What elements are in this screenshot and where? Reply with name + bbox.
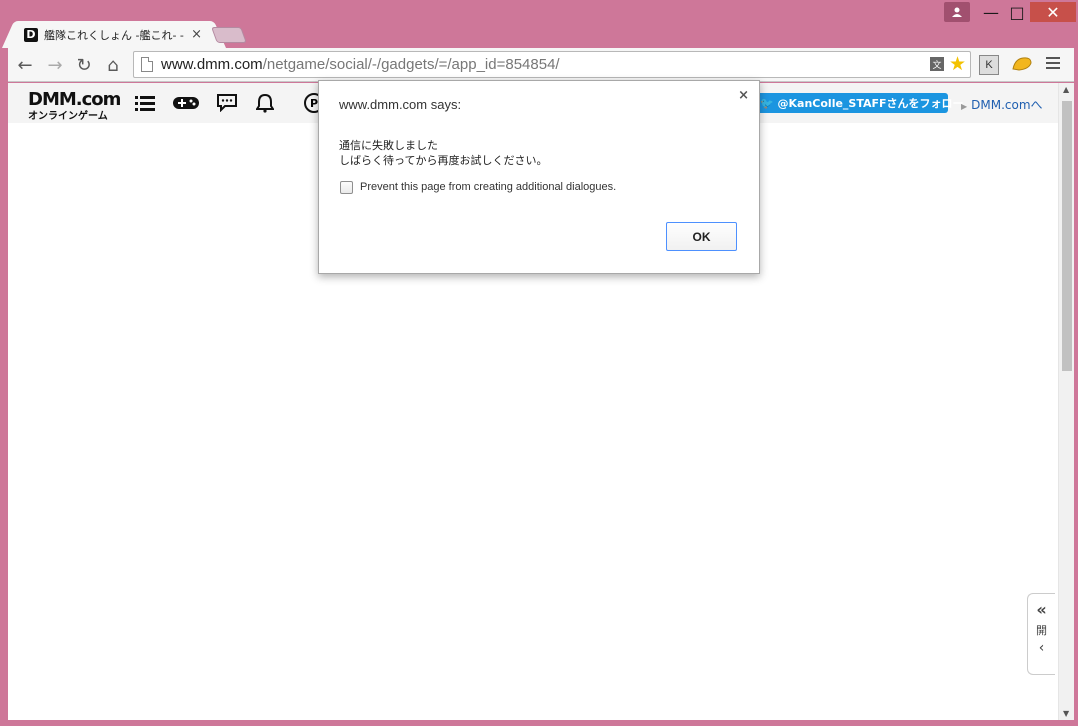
gamepad-icon[interactable]: [172, 93, 200, 113]
dialog-title: www.dmm.com says:: [339, 97, 462, 112]
prevent-dialogs-label[interactable]: Prevent this page from creating addition…: [360, 181, 616, 193]
alert-dialog: www.dmm.com says: × 通信に失敗しました しばらく待ってから再…: [318, 80, 760, 274]
extension-cloud-icon[interactable]: [1011, 55, 1033, 73]
dialog-message-line1: 通信に失敗しました: [339, 139, 438, 152]
scroll-down-icon[interactable]: ▼: [1063, 709, 1069, 718]
page-icon: [141, 57, 153, 72]
chevron-left-icon: ‹: [1038, 640, 1045, 656]
tab-close-icon[interactable]: ×: [191, 27, 202, 42]
dmm-home-link[interactable]: ▶ DMM.comへ: [961, 96, 1043, 113]
maximize-button[interactable]: □: [1004, 2, 1030, 22]
bookmark-star-icon[interactable]: ★: [949, 53, 966, 75]
home-icon[interactable]: ⌂: [102, 54, 124, 76]
reload-icon[interactable]: ↻: [73, 54, 95, 76]
double-chevron-left-icon: «: [1036, 600, 1047, 619]
tab-title: 艦隊これくしょん -艦これ- - オ: [44, 28, 184, 42]
list-icon[interactable]: [134, 93, 156, 113]
scroll-up-icon[interactable]: ▲: [1063, 85, 1069, 94]
back-icon[interactable]: ←: [14, 54, 36, 76]
url-host: www.dmm.com: [161, 56, 263, 73]
new-tab-button[interactable]: [211, 27, 247, 43]
side-tab-label: 開: [1036, 624, 1047, 637]
profile-icon[interactable]: [944, 2, 970, 22]
logo-sub: オンラインゲーム: [28, 111, 108, 122]
browser-tab[interactable]: D 艦隊これくしょん -艦これ- - オ ×: [16, 21, 212, 48]
side-open-tab[interactable]: « 開 ‹: [1027, 593, 1055, 675]
translate-icon[interactable]: 文: [930, 57, 944, 71]
title-bar: — □ ✕ D 艦隊これくしょん -艦これ- - オ ×: [0, 0, 1078, 48]
browser-toolbar: ← → ↻ ⌂ www.dmm.com/netgame/social/-/gad…: [8, 48, 1074, 82]
dialog-message: 通信に失敗しました しばらく待ってから再度お試しください。: [339, 138, 547, 168]
vertical-scrollbar[interactable]: ▲ ▼: [1058, 83, 1074, 720]
minimize-button[interactable]: —: [978, 2, 1004, 22]
dmm-favicon-icon: D: [24, 27, 38, 42]
scroll-thumb[interactable]: [1062, 101, 1072, 371]
bell-icon[interactable]: [254, 93, 276, 113]
person-icon: [952, 7, 962, 17]
forward-icon[interactable]: →: [44, 54, 66, 76]
dialog-close-icon[interactable]: ×: [738, 88, 749, 103]
url-path: /netgame/social/-/gadgets/=/app_id=85485…: [262, 56, 560, 73]
address-bar[interactable]: www.dmm.com/netgame/social/-/gadgets/=/a…: [133, 51, 971, 78]
dialog-message-line2: しばらく待ってから再度お試しください。: [339, 154, 548, 167]
menu-icon[interactable]: [1044, 55, 1062, 73]
dmm-logo[interactable]: DMM.com オンラインゲーム: [28, 89, 121, 122]
extension-k-icon[interactable]: K: [979, 55, 999, 75]
prevent-dialogs-checkbox[interactable]: [340, 181, 353, 194]
url-text[interactable]: www.dmm.com/netgame/social/-/gadgets/=/a…: [161, 56, 560, 73]
dmm-link-label: DMM.comへ: [971, 98, 1043, 112]
ok-button[interactable]: OK: [666, 222, 737, 251]
chat-icon[interactable]: [216, 93, 238, 113]
twitter-follow-button[interactable]: 🐦 @KanColle_STAFFさんをフォロー: [756, 93, 964, 113]
link-arrow-icon: ▶: [961, 102, 968, 111]
window-close-button[interactable]: ✕: [1030, 2, 1076, 22]
